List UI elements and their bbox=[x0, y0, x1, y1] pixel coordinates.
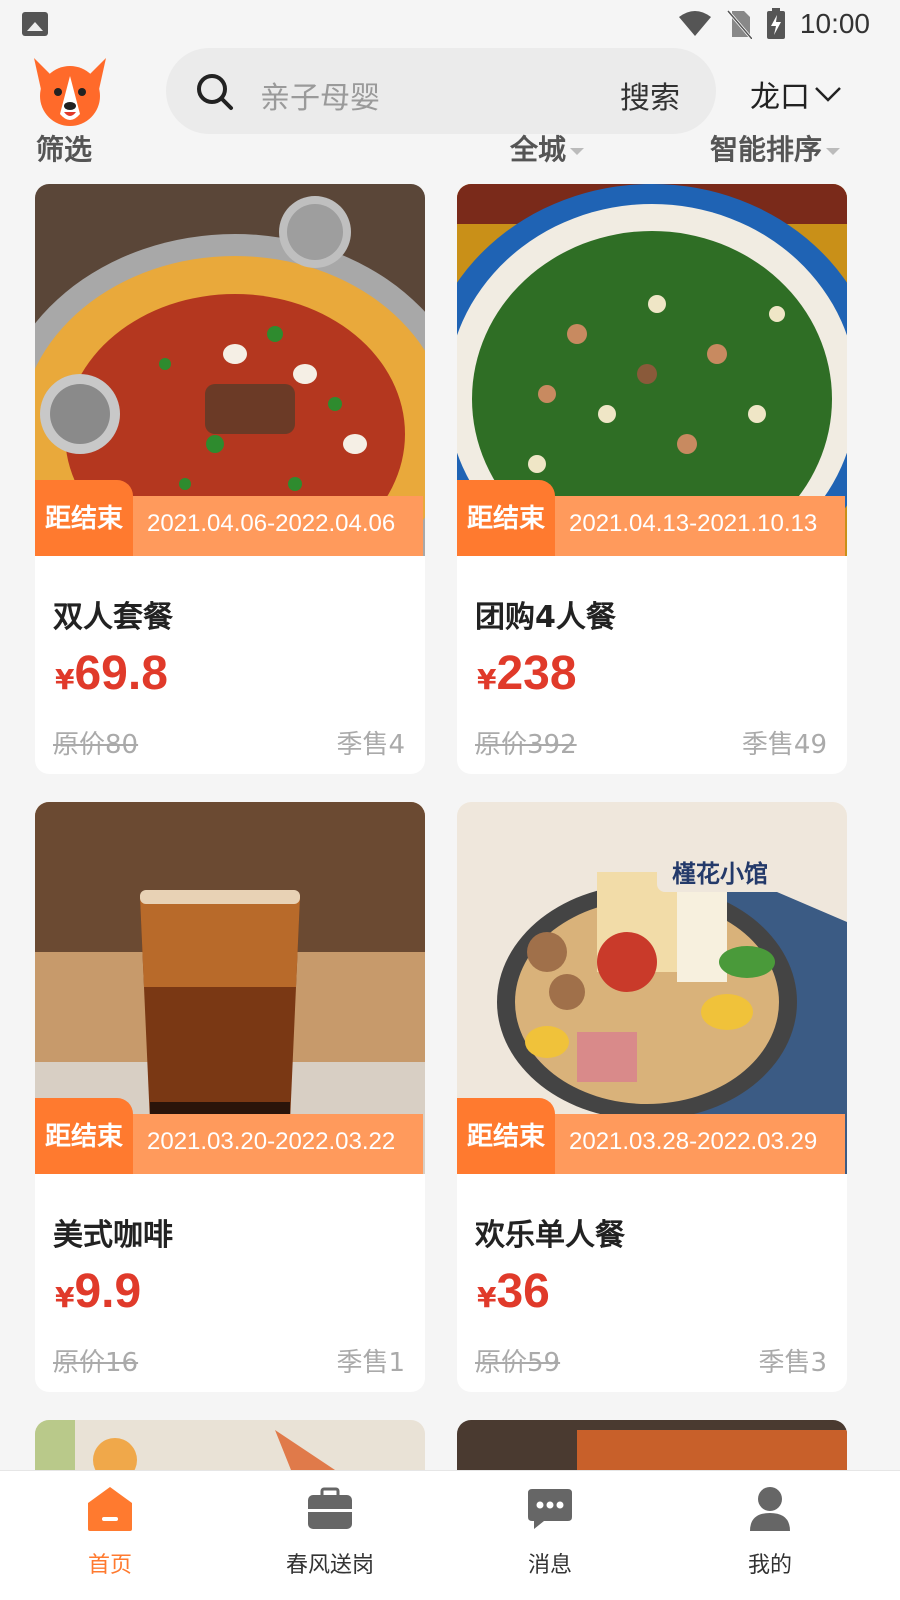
search-bar[interactable]: 亲子母婴 搜索 bbox=[166, 48, 716, 134]
header: 亲子母婴 搜索 龙口 bbox=[0, 48, 900, 136]
original-price: 原价80 bbox=[53, 730, 139, 760]
tab-label: 春风送岗 bbox=[285, 1553, 374, 1578]
home-icon bbox=[88, 1487, 132, 1531]
tab-profile[interactable]: 我的 bbox=[710, 1485, 830, 1579]
tab-home[interactable]: 首页 bbox=[50, 1485, 170, 1579]
deal-countdown-badge: 距结束 2021.03.28-2022.03.29 bbox=[457, 1098, 847, 1174]
badge-date-range: 2021.03.20-2022.03.22 bbox=[133, 1114, 423, 1174]
sort-label: 智能排序 bbox=[710, 133, 823, 166]
deal-name: 双人套餐 bbox=[53, 600, 173, 635]
deal-countdown-badge: 距结束 2021.04.06-2022.04.06 bbox=[35, 480, 425, 556]
deal-name: 美式咖啡 bbox=[53, 1218, 173, 1253]
wifi-icon bbox=[678, 11, 711, 36]
deal-card[interactable]: 距结束 2021.04.13-2021.10.13 团购4人餐 ¥238 原价3… bbox=[457, 184, 847, 774]
deal-price: ¥9.9 bbox=[55, 1265, 142, 1318]
gallery-notification-icon bbox=[22, 12, 48, 36]
bottom-tab-bar: 首页 春风送岗 消息 我的 bbox=[0, 1470, 900, 1600]
tab-label: 首页 bbox=[87, 1553, 132, 1578]
badge-label: 距结束 bbox=[457, 480, 555, 556]
season-sales: 季售3 bbox=[758, 1348, 827, 1378]
deal-countdown-badge: 距结束 2021.04.13-2021.10.13 bbox=[457, 480, 847, 556]
deal-name: 欢乐单人餐 bbox=[475, 1218, 625, 1253]
area-label: 全城 bbox=[510, 133, 567, 166]
user-icon bbox=[750, 1487, 790, 1531]
original-price: 原价16 bbox=[53, 1348, 139, 1378]
chevron-down-icon bbox=[815, 87, 841, 102]
badge-date-range: 2021.04.13-2021.10.13 bbox=[555, 496, 845, 556]
filter-button[interactable]: 筛选 bbox=[36, 128, 92, 168]
no-sim-icon bbox=[726, 10, 752, 39]
deal-price: ¥36 bbox=[477, 1265, 550, 1318]
deal-price: ¥238 bbox=[477, 647, 577, 700]
area-dropdown[interactable]: 全城 bbox=[510, 128, 585, 168]
original-price: 原价59 bbox=[475, 1348, 561, 1378]
tab-label: 消息 bbox=[527, 1553, 572, 1578]
tab-messages[interactable]: 消息 bbox=[490, 1485, 610, 1579]
brand-logo: 槿花小馆 bbox=[672, 860, 768, 888]
tab-jobs[interactable]: 春风送岗 bbox=[270, 1485, 390, 1579]
badge-label: 距结束 bbox=[35, 480, 133, 556]
clock: 10:00 bbox=[799, 8, 870, 39]
season-sales: 季售49 bbox=[741, 730, 827, 760]
search-button[interactable]: 搜索 bbox=[620, 73, 680, 117]
city-selector[interactable]: 龙口 bbox=[750, 72, 842, 116]
dog-logo-icon bbox=[34, 58, 106, 126]
deal-card[interactable]: 距结束 2021.03.20-2022.03.22 美式咖啡 ¥9.9 原价16… bbox=[35, 802, 425, 1392]
search-icon bbox=[197, 74, 233, 110]
badge-date-range: 2021.04.06-2022.04.06 bbox=[133, 496, 423, 556]
deal-card[interactable]: 距结束 2021.04.06-2022.04.06 双人套餐 ¥69.8 原价8… bbox=[35, 184, 425, 774]
deal-card[interactable]: 槿花小馆 距结束 2021.03.28-2022.03.29 欢乐单人餐 ¥36… bbox=[457, 802, 847, 1392]
briefcase-icon bbox=[308, 1487, 352, 1529]
sort-dropdown[interactable]: 智能排序 bbox=[710, 128, 841, 168]
battery-charging-icon bbox=[766, 8, 785, 39]
original-price: 原价392 bbox=[475, 730, 577, 760]
caret-down-icon bbox=[570, 147, 585, 155]
badge-date-range: 2021.03.28-2022.03.29 bbox=[555, 1114, 845, 1174]
caret-down-icon bbox=[826, 147, 841, 155]
search-input[interactable]: 亲子母婴 bbox=[260, 73, 380, 117]
deal-countdown-badge: 距结束 2021.03.20-2022.03.22 bbox=[35, 1098, 425, 1174]
message-icon bbox=[528, 1489, 572, 1529]
deal-price: ¥69.8 bbox=[55, 647, 168, 700]
tab-label: 我的 bbox=[747, 1553, 792, 1578]
badge-label: 距结束 bbox=[35, 1098, 133, 1174]
deal-name: 团购4人餐 bbox=[475, 600, 616, 635]
city-label: 龙口 bbox=[750, 80, 810, 115]
season-sales: 季售4 bbox=[336, 730, 405, 760]
season-sales: 季售1 bbox=[336, 1348, 405, 1378]
badge-label: 距结束 bbox=[457, 1098, 555, 1174]
status-bar: 10:00 bbox=[0, 0, 900, 48]
filter-row: 筛选 全城 智能排序 bbox=[0, 128, 900, 168]
